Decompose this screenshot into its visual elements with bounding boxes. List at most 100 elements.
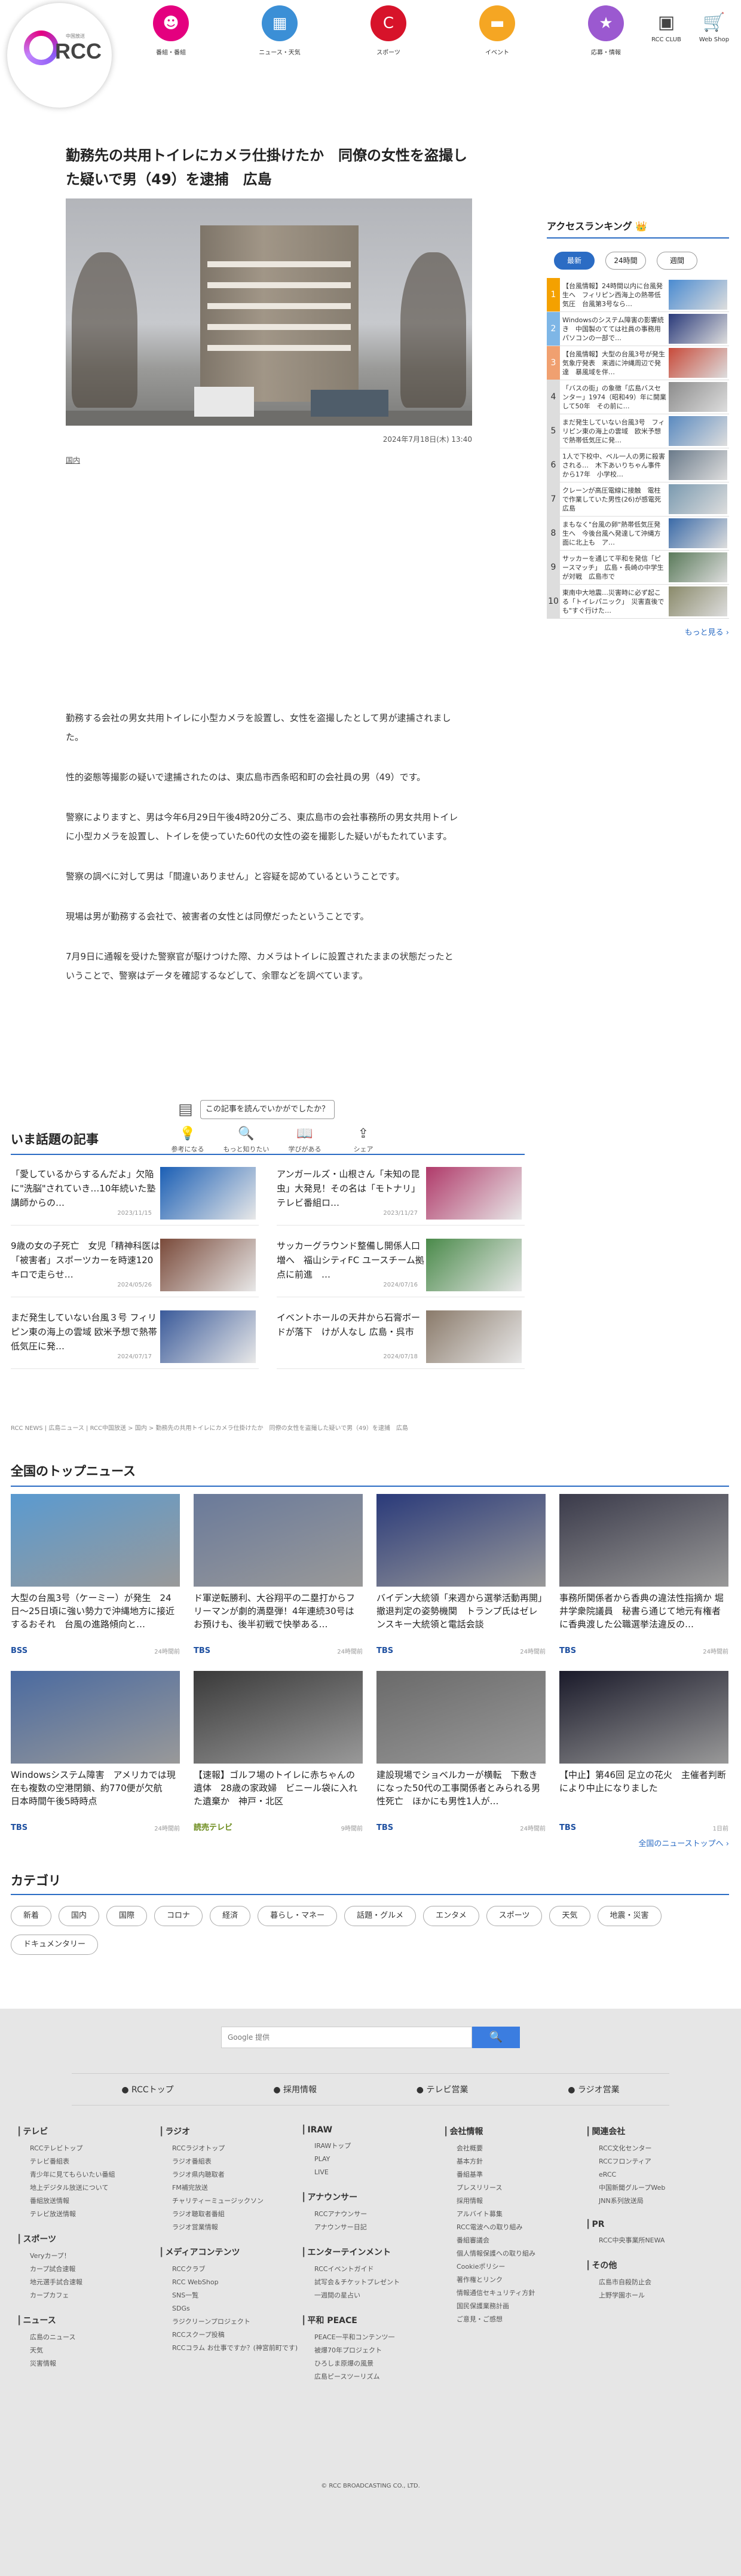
footer-link[interactable]: Cookieポリシー — [443, 2260, 586, 2274]
footer-link[interactable]: 広島のニュース — [17, 2331, 159, 2344]
national-news-item[interactable]: ド軍逆転勝利、大谷翔平の二塁打からフリーマンが劇的満塁弾！4年連続30号はお預け… — [194, 1494, 363, 1655]
national-news-item[interactable]: 建設現場でショベルカーが横転 下敷きになった50代の工事関係者とみられる男性死亡… — [376, 1671, 546, 1832]
footer-link[interactable]: ラジオ聴取者番組 — [159, 2208, 301, 2221]
footer-link[interactable]: 地上デジタル放送について — [17, 2181, 159, 2195]
ranking-item[interactable]: 10 東南中大地震…災害時に必ず起こる「トイレパニック」 災害直後でも"すぐ行けた… — [547, 585, 729, 619]
footer-link[interactable]: カープカフェ — [17, 2289, 159, 2302]
footer-link[interactable]: PLAY — [301, 2153, 443, 2166]
footer-link[interactable]: PEACE一平和コンテンツ一 — [301, 2331, 443, 2344]
search-button[interactable]: 🔍 — [472, 2027, 520, 2048]
footer-link[interactable]: RCCラジオトップ — [159, 2142, 301, 2155]
nav-item[interactable]: C スポーツ — [334, 5, 443, 62]
footer-link[interactable]: RCC WebShop — [159, 2276, 301, 2289]
trending-item[interactable]: 9歳の女の子死亡 女児「精神科医は「被害者」スポーツカーを時速120キロで走らせ… — [11, 1239, 259, 1297]
footer-link[interactable]: RCCフロンティア — [586, 2155, 728, 2168]
national-news-item[interactable]: 事務所関係者から香典の違法性指摘か 堀井学衆院議員 秘書ら通じて地元有権者に香典… — [559, 1494, 728, 1655]
national-news-more-link[interactable]: 全国のニューストップへ › — [11, 1837, 729, 1848]
national-news-item[interactable]: 【中止】第46回 足立の花火 主催者判断により中止になりました TBS 1日前 — [559, 1671, 728, 1832]
footer-link[interactable]: 個人情報保護への取り組み — [443, 2247, 586, 2260]
footer-link[interactable]: RCCアナウンサー — [301, 2208, 443, 2221]
ranking-more-link[interactable]: もっと見る › — [547, 626, 729, 637]
footer-link[interactable]: RCC電波への取り組み — [443, 2221, 586, 2234]
ranking-item[interactable]: 1 【台風情報】24時間以内に台風発生へ フィリピン西海上の熱帯低気圧 台風第3号… — [547, 278, 729, 312]
footer-link[interactable]: 国民保護業務計画 — [443, 2300, 586, 2313]
footer-link[interactable]: ラジオ営業情報 — [159, 2221, 301, 2234]
trending-item[interactable]: まだ発生していない台風３号 フィリピン東の海上の雲域 欧米予想で熱帯低気圧に発…… — [11, 1310, 259, 1369]
footer-link[interactable]: RCCクラブ — [159, 2263, 301, 2276]
ranking-item[interactable]: 2 Windowsのシステム障害の影響続き 中国製のてては社員の事務用パソコンの一… — [547, 312, 729, 346]
footer-link[interactable]: 上野学園ホール — [586, 2289, 728, 2302]
footer-link[interactable]: アルバイト募集 — [443, 2208, 586, 2221]
footer-link[interactable]: RCC中央事業所NEWA — [586, 2234, 728, 2247]
footer-link[interactable]: SDGs — [159, 2302, 301, 2315]
footer-link[interactable]: 採用情報 — [443, 2195, 586, 2208]
footer-link[interactable]: 広島市自殺防止会 — [586, 2276, 728, 2289]
footer-link[interactable]: カープ試合速報 — [17, 2263, 159, 2276]
article-category[interactable]: 国内 — [66, 455, 80, 465]
trending-item[interactable]: イベントホールの天井から石膏ボードが落下 けが人なし 広島・呉市 2024/07/… — [277, 1310, 525, 1369]
category-button[interactable]: コロナ — [154, 1906, 203, 1926]
ranking-item[interactable]: 9 サッカーを通じて平和を発信「ピースマッチ」 広島・長崎の中学生が対戦 広島市で — [547, 551, 729, 585]
nav-item[interactable]: ▦ ニュース・天気 — [225, 5, 334, 62]
category-button[interactable]: 新着 — [11, 1906, 52, 1926]
footer-link[interactable]: ひろしま原爆の風景 — [301, 2357, 443, 2370]
footer-link[interactable]: eRCC — [586, 2168, 728, 2181]
footer-link[interactable]: 情報通信セキュリティ方針 — [443, 2287, 586, 2300]
ranking-item[interactable]: 8 まもなく"台風の卵"熱帯低気圧発生へ 今後台風へ発達して沖縄方面に北上も ア… — [547, 517, 729, 551]
ranking-tab[interactable]: 最新 — [554, 252, 595, 270]
footer-link[interactable]: 番組審議会 — [443, 2234, 586, 2247]
footer-link[interactable]: ラジオ県内聴取者 — [159, 2168, 301, 2181]
footer-link[interactable]: ご意見・ご感想 — [443, 2313, 586, 2326]
footer-link[interactable]: アナウンサー日記 — [301, 2221, 443, 2234]
ranking-tab[interactable]: 週間 — [657, 252, 697, 270]
trending-item[interactable]: サッカーグラウンド整備し開係人口増へ 福山シティFC ユースチーム拠点に前進 …… — [277, 1239, 525, 1297]
footer-link[interactable]: JNN系列放送局 — [586, 2195, 728, 2208]
category-button[interactable]: 経済 — [210, 1906, 251, 1926]
footer-main-link[interactable]: ● 採用情報 — [273, 2083, 317, 2095]
footer-main-link[interactable]: ● RCCトップ — [121, 2083, 173, 2095]
category-button[interactable]: 天気 — [549, 1906, 590, 1926]
trending-item[interactable]: 「愛しているからするんだよ」欠陥に"洗脳"されていき…10年続いた塾講師からの…… — [11, 1167, 259, 1226]
search-input[interactable]: Google 提供 — [221, 2027, 472, 2048]
category-button[interactable]: 暮らし・マネー — [258, 1906, 338, 1926]
trending-item[interactable]: アンガールズ・山根さん「未知の昆虫」大発見！その名は「モトナリ」 テレビ番組ロ…… — [277, 1167, 525, 1226]
footer-link[interactable]: テレビ番組表 — [17, 2155, 159, 2168]
category-button[interactable]: ドキュメンタリー — [11, 1935, 99, 1955]
footer-link[interactable]: 基本方針 — [443, 2155, 586, 2168]
rcc-logo[interactable]: 中国放送 RCC — [7, 3, 112, 108]
footer-link[interactable]: RCC文化センター — [586, 2142, 728, 2155]
ranking-item[interactable]: 3 【台風情報】大型の台風3号が発生 気象庁発表 来週に沖縄周辺で発達 暴風域を伴… — [547, 346, 729, 380]
web-shop-link[interactable]: 🛒 Web Shop — [690, 12, 738, 43]
nav-item[interactable]: ☻ 番組・番組 — [117, 5, 225, 62]
footer-link[interactable]: 被爆70年プロジェクト — [301, 2344, 443, 2357]
footer-link[interactable]: ラジオ番組表 — [159, 2155, 301, 2168]
footer-link[interactable]: 著作権とリンク — [443, 2274, 586, 2287]
footer-link[interactable]: 番組基準 — [443, 2168, 586, 2181]
footer-link[interactable]: IRAWトップ — [301, 2140, 443, 2153]
footer-main-link[interactable]: ● ラジオ営業 — [568, 2083, 619, 2095]
footer-link[interactable]: Veryカープ！ — [17, 2250, 159, 2263]
ranking-item[interactable]: 4 「バスの街」の象徴「広島バスセンター」1974（昭和49）年に開業して50年 … — [547, 380, 729, 414]
footer-link[interactable]: RCCテレビトップ — [17, 2142, 159, 2155]
footer-link[interactable]: テレビ放送情報 — [17, 2208, 159, 2221]
category-button[interactable]: 地震・災害 — [597, 1906, 662, 1926]
ranking-item[interactable]: 7 クレーンが高圧電線に接触 電柱で作業していた男性(26)が感電死 広島 — [547, 482, 729, 517]
national-news-item[interactable]: バイデン大統領「来週から選挙活動再開」撤退判定の姿勢機関 トランプ氏はゼレンスキ… — [376, 1494, 546, 1655]
footer-link[interactable]: 試写会＆チケットプレゼント — [301, 2276, 443, 2289]
footer-link[interactable]: 中国新聞グループWeb — [586, 2181, 728, 2195]
category-button[interactable]: エンタメ — [423, 1906, 479, 1926]
footer-link[interactable]: 番組放送情報 — [17, 2195, 159, 2208]
category-button[interactable]: 話題・グルメ — [344, 1906, 417, 1926]
footer-link[interactable]: 会社概要 — [443, 2142, 586, 2155]
category-button[interactable]: 国際 — [106, 1906, 148, 1926]
footer-link[interactable]: 青少年に見てもらいたい番組 — [17, 2168, 159, 2181]
footer-link[interactable]: プレスリリース — [443, 2181, 586, 2195]
footer-link[interactable]: RCCコラム お仕事ですか？(神宮前町です) — [159, 2342, 301, 2355]
nav-item[interactable]: ▬ イベント — [443, 5, 552, 62]
footer-link[interactable]: SNS一覧 — [159, 2289, 301, 2302]
category-button[interactable]: 国内 — [59, 1906, 100, 1926]
national-news-item[interactable]: 【速報】ゴルフ場のトイレに赤ちゃんの遺体 28歳の家政婦 ビニール袋に入れた遺棄… — [194, 1671, 363, 1832]
footer-link[interactable]: FM補完放送 — [159, 2181, 301, 2195]
national-news-item[interactable]: Windowsシステム障害 アメリカでは現在も複数の空港閉鎖、約770便が欠航 … — [11, 1671, 180, 1832]
footer-link[interactable]: RCCイベントガイド — [301, 2263, 443, 2276]
